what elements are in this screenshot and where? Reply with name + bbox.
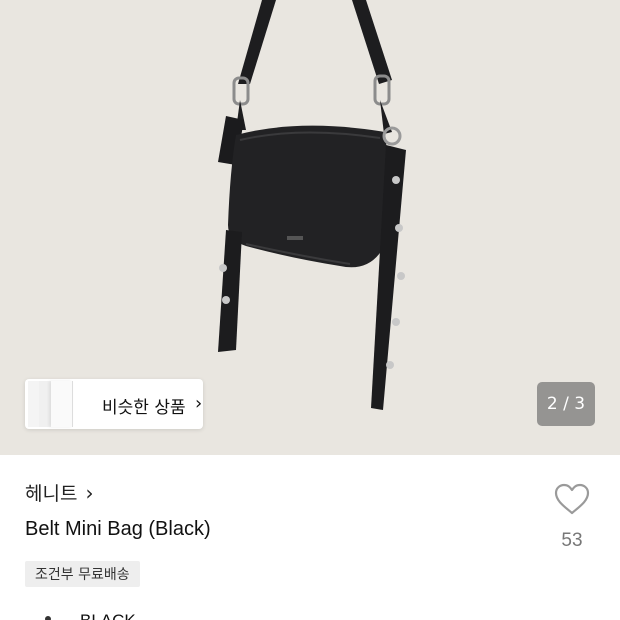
similar-thumbnails bbox=[25, 379, 83, 429]
chevron-right-icon: › bbox=[195, 393, 203, 414]
product-title: Belt Mini Bag (Black) bbox=[25, 518, 211, 540]
like-button[interactable] bbox=[548, 482, 596, 520]
similar-products-label: 비슷한 상품 bbox=[102, 398, 186, 418]
option-row[interactable]: BLACK bbox=[25, 606, 325, 620]
product-image-gallery[interactable]: 비슷한 상품 › 2 / 3 bbox=[0, 0, 620, 455]
brand-link[interactable]: 헤니트 › bbox=[25, 479, 93, 506]
shipping-badge: 조건부 무료배송 bbox=[25, 561, 140, 587]
chevron-right-icon: › bbox=[85, 480, 94, 505]
brand-name: 헤니트 bbox=[25, 483, 78, 505]
thumbnail bbox=[51, 381, 73, 427]
option-dot bbox=[45, 616, 51, 620]
similar-products-button[interactable]: 비슷한 상품 › bbox=[25, 379, 203, 429]
heart-icon bbox=[554, 483, 590, 515]
like-count: 53 bbox=[561, 530, 583, 551]
option-label: BLACK bbox=[80, 611, 136, 620]
image-page-counter: 2 / 3 bbox=[537, 382, 595, 426]
